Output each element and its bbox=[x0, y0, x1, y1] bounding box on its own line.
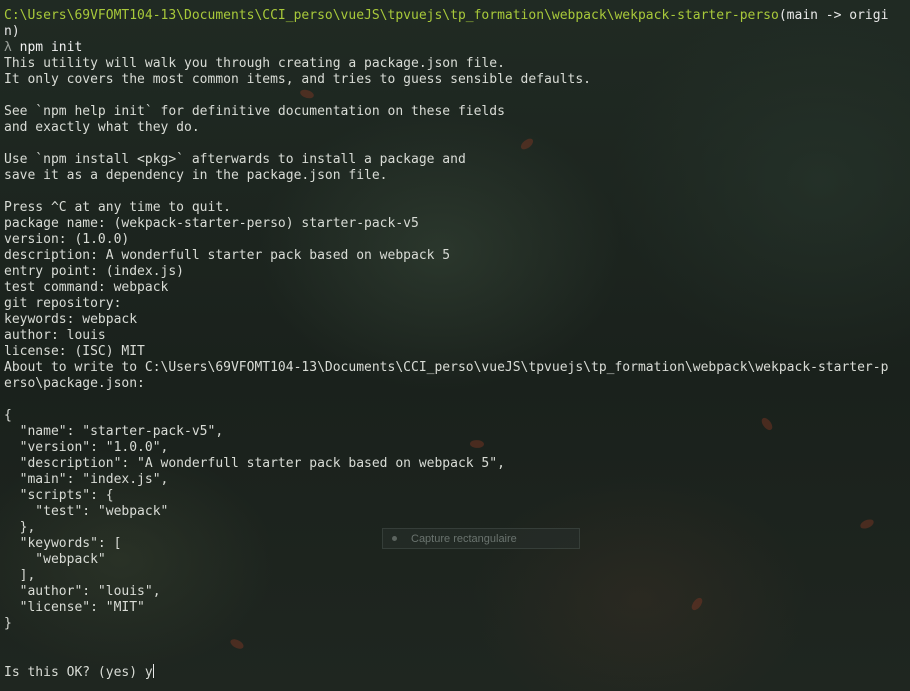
output-line: save it as a dependency in the package.j… bbox=[4, 168, 388, 183]
output-line: keywords: webpack bbox=[4, 312, 138, 327]
command-text: npm init bbox=[19, 40, 83, 55]
output-line: and exactly what they do. bbox=[4, 120, 200, 135]
output-line: Use `npm install <pkg>` afterwards to in… bbox=[4, 152, 466, 167]
text-cursor bbox=[152, 664, 154, 678]
output-line: "main": "index.js", bbox=[4, 472, 169, 487]
output-line: ], bbox=[4, 568, 36, 583]
prompt-line: C:\Users\69VFOMT104-13\Documents\CCI_per… bbox=[4, 8, 908, 24]
output-line: "name": "starter-pack-v5", bbox=[4, 424, 224, 439]
output-line: version: (1.0.0) bbox=[4, 232, 130, 247]
snipping-tool-tooltip: Capture rectangulaire bbox=[382, 528, 580, 549]
output-line: "scripts": { bbox=[4, 488, 114, 503]
prompt-path: C:\Users\69VFOMT104-13\Documents\CCI_per… bbox=[4, 8, 779, 23]
output-line: "license": "MIT" bbox=[4, 600, 145, 615]
output-line: "description": "A wonderfull starter pac… bbox=[4, 456, 505, 471]
output-lines: This utility will walk you through creat… bbox=[4, 56, 908, 664]
output-line: This utility will walk you through creat… bbox=[4, 56, 505, 71]
output-line: test command: webpack bbox=[4, 280, 169, 295]
output-line: } bbox=[4, 616, 12, 631]
output-line: It only covers the most common items, an… bbox=[4, 72, 591, 87]
tooltip-label: Capture rectangulaire bbox=[411, 533, 517, 545]
confirm-prompt: Is this OK? (yes) y bbox=[4, 665, 153, 680]
input-line[interactable]: Is this OK? (yes) y bbox=[4, 664, 908, 680]
output-line: git repository: bbox=[4, 296, 122, 311]
prompt-symbol: λ bbox=[4, 40, 12, 55]
output-line: See `npm help init` for definitive docum… bbox=[4, 104, 505, 119]
output-line: erso\package.json: bbox=[4, 376, 145, 391]
prompt-line-wrap: n) bbox=[4, 24, 20, 39]
command-line: λ npm init bbox=[4, 40, 908, 56]
output-line: license: (ISC) MIT bbox=[4, 344, 145, 359]
git-branch-indicator: (main -> origi bbox=[778, 8, 889, 23]
output-line: description: A wonderfull starter pack b… bbox=[4, 248, 451, 263]
output-line: About to write to C:\Users\69VFOMT104-13… bbox=[4, 360, 889, 375]
output-line: "version": "1.0.0", bbox=[4, 440, 169, 455]
output-line: author: louis bbox=[4, 328, 106, 343]
output-line: package name: (wekpack-starter-perso) st… bbox=[4, 216, 419, 231]
output-line: entry point: (index.js) bbox=[4, 264, 185, 279]
output-line: Press ^C at any time to quit. bbox=[4, 200, 231, 215]
terminal-output[interactable]: C:\Users\69VFOMT104-13\Documents\CCI_per… bbox=[4, 8, 908, 680]
output-line: "author": "louis", bbox=[4, 584, 161, 599]
output-line: { bbox=[4, 408, 12, 423]
output-line: "webpack" bbox=[4, 552, 106, 567]
output-line: "test": "webpack" bbox=[4, 504, 169, 519]
tooltip-dot-icon bbox=[392, 536, 397, 541]
